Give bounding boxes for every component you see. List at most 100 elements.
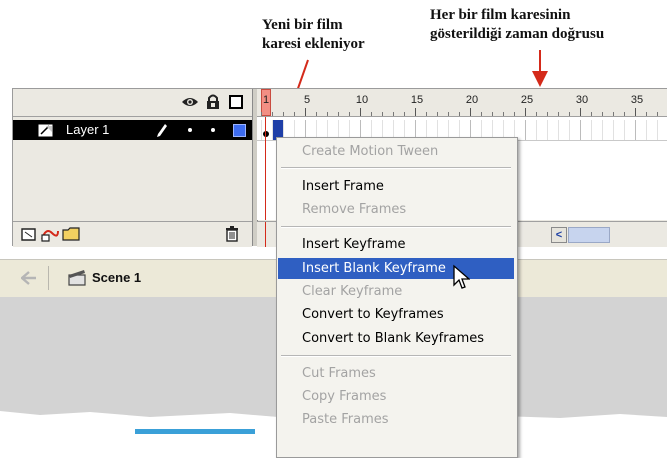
insert-layer-folder-icon[interactable] xyxy=(62,226,81,241)
ruler-tick xyxy=(657,112,658,116)
ruler-tick xyxy=(272,112,273,116)
layer-list: Layer 1 xyxy=(13,117,252,220)
ruler-tick xyxy=(371,112,372,116)
ruler-tick xyxy=(613,112,614,116)
playhead-line xyxy=(265,117,266,220)
trash-icon[interactable] xyxy=(225,226,239,242)
ruler-tick xyxy=(349,112,350,116)
ruler-number: 35 xyxy=(630,94,644,106)
visibility-dot[interactable] xyxy=(188,128,192,132)
playhead-line-footer xyxy=(265,222,266,247)
eye-icon[interactable] xyxy=(181,95,199,109)
ruler-tick xyxy=(283,112,284,116)
menu-item-remove-frames[interactable]: Remove Frames xyxy=(278,199,514,220)
horizontal-scrollbar-thumb[interactable] xyxy=(568,227,610,243)
frame-cell-divider xyxy=(657,120,658,140)
ruler-tick xyxy=(415,108,416,116)
ruler-number: 30 xyxy=(575,94,589,106)
ruler-tick xyxy=(602,112,603,116)
ruler-tick xyxy=(393,112,394,116)
menu-separator xyxy=(281,167,511,169)
ruler-tick xyxy=(547,112,548,116)
ruler-tick xyxy=(536,112,537,116)
ruler-tick xyxy=(558,112,559,116)
layer-color-swatch[interactable] xyxy=(233,124,246,137)
pencil-icon xyxy=(157,124,167,137)
frame-cell-divider xyxy=(261,120,262,140)
menu-item-insert-blank-keyframe[interactable]: Insert Blank Keyframe xyxy=(278,258,514,279)
context-menu: Create Motion Tween Insert Frame Remove … xyxy=(276,137,518,458)
frame-cell-divider xyxy=(646,120,647,140)
frame-cell-divider xyxy=(547,120,548,140)
ruler-number: 1 xyxy=(262,94,270,106)
back-arrow-icon[interactable] xyxy=(21,271,37,285)
menu-item-insert-keyframe[interactable]: Insert Keyframe xyxy=(278,234,514,255)
add-motion-guide-icon[interactable] xyxy=(40,225,60,242)
layer-icon xyxy=(38,124,53,137)
ruler-number: 10 xyxy=(355,94,369,106)
frame-cell-divider xyxy=(635,120,636,140)
ruler-tick xyxy=(382,112,383,116)
frame-cell-divider xyxy=(580,120,581,140)
menu-item-convert-to-blank-keyframes[interactable]: Convert to Blank Keyframes xyxy=(278,328,514,349)
ruler-tick xyxy=(525,108,526,116)
ruler-tick xyxy=(338,112,339,116)
ruler-tick xyxy=(327,112,328,116)
ruler-tick xyxy=(514,112,515,116)
menu-item-paste-frames[interactable]: Paste Frames xyxy=(278,409,514,430)
ruler-tick xyxy=(580,108,581,116)
ruler-tick xyxy=(459,112,460,116)
ruler-tick xyxy=(305,108,306,116)
ruler-tick xyxy=(261,112,262,116)
menu-separator xyxy=(281,226,511,228)
ruler-tick xyxy=(360,108,361,116)
ruler-tick xyxy=(624,112,625,116)
ruler-tick xyxy=(448,112,449,116)
menu-item-copy-frames[interactable]: Copy Frames xyxy=(278,386,514,407)
ruler-tick xyxy=(646,112,647,116)
layer-row[interactable]: Layer 1 xyxy=(13,120,252,140)
ruler-tick xyxy=(635,108,636,116)
ruler-tick xyxy=(437,112,438,116)
frame-ruler[interactable]: 1 5 10 15 20 25 30 35 xyxy=(257,89,667,117)
ruler-tick xyxy=(569,112,570,116)
ruler-tick xyxy=(503,112,504,116)
ruler-tick xyxy=(426,112,427,116)
frame-cell-divider xyxy=(602,120,603,140)
ruler-number: 20 xyxy=(465,94,479,106)
frame-cell-divider xyxy=(536,120,537,140)
ruler-number: 5 xyxy=(303,94,311,106)
frame-cell-divider xyxy=(624,120,625,140)
ruler-tick xyxy=(470,108,471,116)
ruler-tick xyxy=(492,112,493,116)
frame-cell-divider xyxy=(558,120,559,140)
layer-footer xyxy=(13,221,252,247)
clapperboard-icon xyxy=(68,270,86,286)
menu-separator xyxy=(281,355,511,357)
menu-item-clear-keyframe[interactable]: Clear Keyframe xyxy=(278,281,514,302)
menu-item-cut-frames[interactable]: Cut Frames xyxy=(278,363,514,384)
frame-cell-divider xyxy=(613,120,614,140)
ruler-tick xyxy=(591,112,592,116)
lock-dot[interactable] xyxy=(211,128,215,132)
ruler-number: 15 xyxy=(410,94,424,106)
menu-item-insert-frame[interactable]: Insert Frame xyxy=(278,176,514,197)
menu-item-convert-to-keyframes[interactable]: Convert to Keyframes xyxy=(278,304,514,325)
ruler-tick xyxy=(404,112,405,116)
ruler-number: 25 xyxy=(520,94,534,106)
outline-icon[interactable] xyxy=(229,95,243,109)
keyframe-dot[interactable] xyxy=(263,131,269,137)
scroll-left-button[interactable]: < xyxy=(551,227,567,243)
frame-cell-divider xyxy=(525,120,526,140)
ruler-tick xyxy=(316,112,317,116)
insert-layer-icon[interactable] xyxy=(20,226,38,242)
frame-cell-divider xyxy=(569,120,570,140)
menu-item-create-motion-tween[interactable]: Create Motion Tween xyxy=(278,141,514,162)
layer-name: Layer 1 xyxy=(66,122,110,137)
lock-icon[interactable] xyxy=(206,93,220,110)
ruler-tick xyxy=(481,112,482,116)
scene-divider xyxy=(48,266,49,290)
frame-cell-divider xyxy=(591,120,592,140)
mouse-cursor-icon xyxy=(453,264,470,289)
scene-name[interactable]: Scene 1 xyxy=(92,270,141,285)
